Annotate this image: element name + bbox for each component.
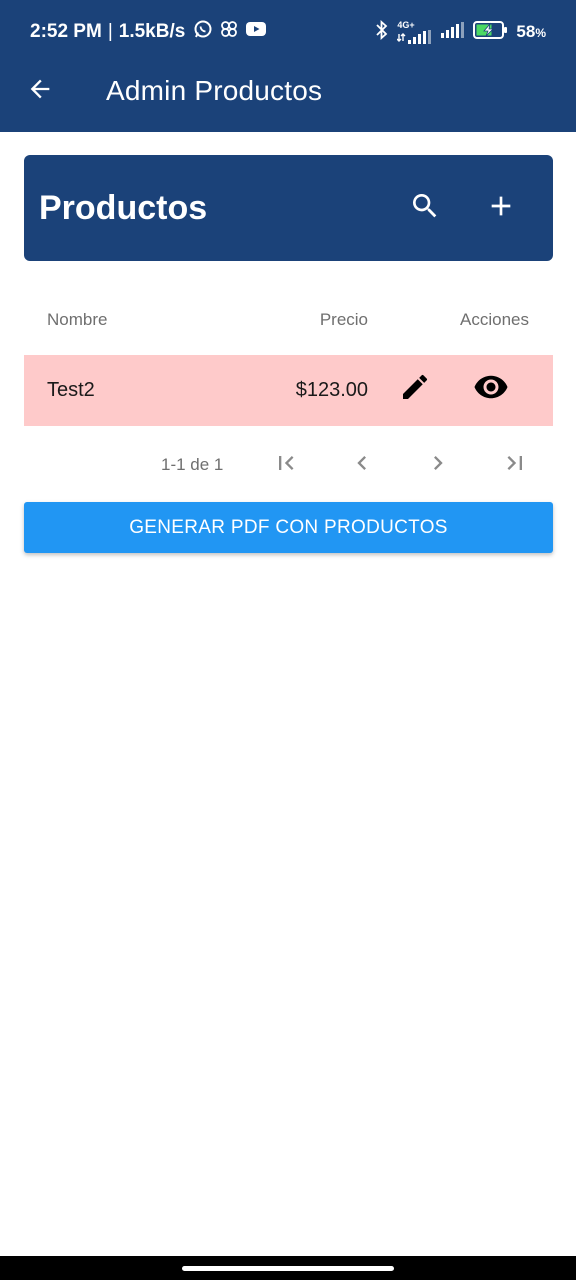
search-button[interactable] bbox=[387, 178, 463, 238]
system-nav-bar bbox=[0, 1256, 576, 1280]
search-icon bbox=[409, 190, 441, 227]
chevron-right-icon bbox=[424, 449, 452, 482]
add-product-button[interactable] bbox=[463, 178, 539, 238]
status-bar: 2:52 PM | 1.5kB/s 4G+ 58% bbox=[0, 0, 576, 64]
status-icons-left bbox=[193, 19, 267, 45]
network-type: 4G+ bbox=[397, 19, 415, 30]
column-header-precio: Precio bbox=[319, 310, 368, 329]
status-right: 4G+ 58% bbox=[374, 19, 546, 46]
pinwheel-icon bbox=[219, 19, 239, 45]
signal-icon bbox=[440, 21, 466, 43]
column-header-acciones: Acciones bbox=[460, 310, 529, 329]
previous-page-button[interactable] bbox=[337, 440, 387, 490]
product-name: Test2 bbox=[47, 379, 95, 401]
pagination: 1-1 de 1 bbox=[24, 440, 553, 490]
last-page-button[interactable] bbox=[490, 440, 540, 490]
edit-icon bbox=[399, 371, 431, 409]
battery-percent: 58% bbox=[516, 22, 546, 41]
battery-charging-icon bbox=[473, 20, 509, 44]
product-price: $123.00 bbox=[295, 379, 368, 401]
next-page-button[interactable] bbox=[413, 440, 463, 490]
view-button[interactable] bbox=[466, 365, 516, 415]
page-info: 1-1 de 1 bbox=[161, 455, 224, 474]
page-title: Admin Productos bbox=[106, 75, 323, 106]
generate-pdf-button[interactable]: GENERAR PDF CON PRODUCTOS bbox=[24, 502, 553, 553]
first-page-button[interactable] bbox=[261, 440, 311, 490]
bluetooth-icon bbox=[374, 19, 390, 46]
products-title: Productos bbox=[39, 188, 208, 227]
add-icon bbox=[485, 190, 517, 227]
arrow-back-icon bbox=[26, 75, 54, 108]
signal-4g-icon: 4G+ bbox=[397, 19, 433, 44]
status-time: 2:52 PM bbox=[30, 21, 102, 42]
status-net-speed: 1.5kB/s bbox=[118, 21, 186, 42]
youtube-icon bbox=[245, 20, 267, 44]
table-header: Nombre Precio Acciones bbox=[24, 296, 553, 344]
status-left: 2:52 PM | 1.5kB/s bbox=[30, 19, 267, 45]
products-header-card: Productos bbox=[24, 155, 553, 261]
first-page-icon bbox=[272, 449, 300, 482]
status-separator: | bbox=[107, 21, 113, 42]
visibility-icon bbox=[473, 369, 509, 411]
table-row: Test2 $123.00 bbox=[24, 355, 553, 426]
edit-button[interactable] bbox=[390, 365, 440, 415]
column-header-nombre: Nombre bbox=[47, 310, 108, 329]
last-page-icon bbox=[501, 449, 529, 482]
home-indicator[interactable] bbox=[182, 1266, 394, 1271]
whatsapp-icon bbox=[193, 19, 213, 45]
chevron-left-icon bbox=[348, 449, 376, 482]
app-bar: Admin Productos bbox=[0, 64, 576, 132]
back-button[interactable] bbox=[0, 57, 80, 125]
card-actions bbox=[387, 178, 553, 238]
